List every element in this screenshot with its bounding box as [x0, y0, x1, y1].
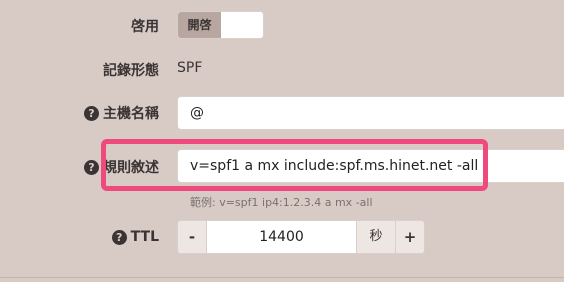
- record-type-value: SPF: [177, 60, 203, 76]
- ttl-unit: 秒: [356, 221, 396, 253]
- toggle-off-area[interactable]: [221, 12, 263, 38]
- ttl-decrement-button[interactable]: -: [178, 221, 206, 253]
- ttl-increment-button[interactable]: +: [396, 221, 424, 253]
- highlight-box: [101, 139, 488, 191]
- hostname-label: ? 主機名稱: [84, 103, 159, 123]
- toggle-on-label[interactable]: 開啓: [178, 12, 221, 38]
- enable-label: 啓用: [131, 19, 159, 35]
- enable-toggle[interactable]: 開啓: [177, 11, 264, 39]
- rule-example: 範例: v=spf1 ip4:1.2.3.4 a mx -all: [190, 196, 373, 209]
- hostname-input[interactable]: @: [177, 96, 564, 130]
- record-type-label: 記錄形態: [103, 63, 159, 79]
- ttl-label: ? TTL: [111, 229, 159, 245]
- question-circle-icon[interactable]: ?: [111, 229, 127, 245]
- divider: [0, 277, 564, 278]
- question-circle-icon[interactable]: ?: [84, 159, 99, 175]
- ttl-stepper: - 14400 秒 +: [177, 220, 425, 254]
- ttl-input[interactable]: 14400: [206, 221, 356, 253]
- question-circle-icon[interactable]: ?: [84, 105, 99, 121]
